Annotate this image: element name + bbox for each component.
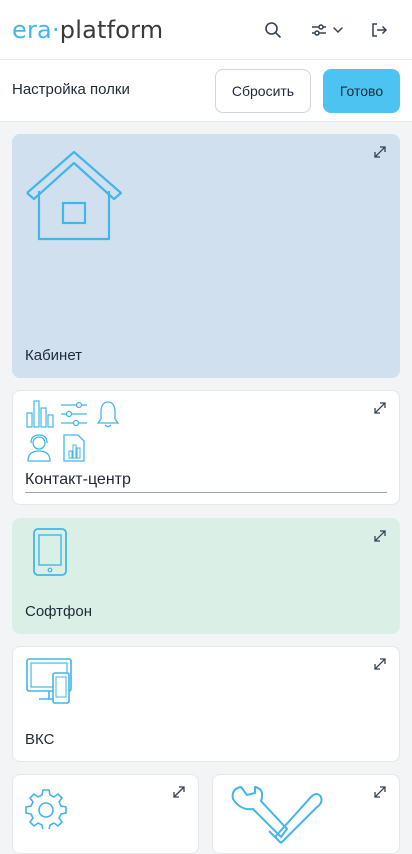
top-header: era·platform <box>0 0 412 60</box>
app-logo[interactable]: era·platform <box>12 14 163 46</box>
tools-icon <box>231 785 323 844</box>
widget-label: Софтфон <box>25 603 93 620</box>
expand-icon[interactable] <box>373 401 387 415</box>
devices-icon <box>26 658 72 704</box>
logo-dot: · <box>51 16 60 44</box>
logo-platform-text: platform <box>59 16 164 44</box>
gear-icon <box>25 789 67 829</box>
widget-softphone[interactable]: Софтфон <box>12 518 400 634</box>
bar-chart-icon <box>26 400 54 428</box>
expand-icon[interactable] <box>373 145 387 159</box>
expand-icon[interactable] <box>172 785 186 799</box>
reset-button[interactable]: Сбросить <box>215 69 311 113</box>
expand-icon[interactable] <box>373 657 387 671</box>
done-button[interactable]: Готово <box>323 69 400 113</box>
label-underline <box>25 492 387 493</box>
widget-label: Кабинет <box>25 347 83 364</box>
widget-label: ВКС <box>25 731 55 748</box>
chevron-down-icon[interactable] <box>329 18 347 42</box>
widget-label: Контакт-центр <box>25 471 131 488</box>
expand-icon[interactable] <box>373 785 387 799</box>
logo-era-text: era <box>12 16 52 44</box>
house-icon <box>26 150 123 241</box>
operator-icon <box>27 434 51 462</box>
widget-settings[interactable] <box>12 774 199 854</box>
bell-icon <box>96 401 120 428</box>
logout-icon[interactable] <box>367 18 391 42</box>
sliders-icon <box>61 401 87 427</box>
report-icon <box>63 434 85 462</box>
search-icon[interactable] <box>261 18 285 42</box>
expand-icon[interactable] <box>373 529 387 543</box>
widget-tools[interactable] <box>212 774 400 854</box>
shelf-settings-title: Настройка полки <box>12 81 130 98</box>
phone-icon <box>33 528 67 576</box>
filters-icon[interactable] <box>307 18 331 42</box>
widget-vks[interactable]: ВКС <box>12 646 400 762</box>
widget-cabinet[interactable]: Кабинет <box>12 134 400 378</box>
widget-contact-center[interactable]: Контакт-центр <box>12 390 400 505</box>
